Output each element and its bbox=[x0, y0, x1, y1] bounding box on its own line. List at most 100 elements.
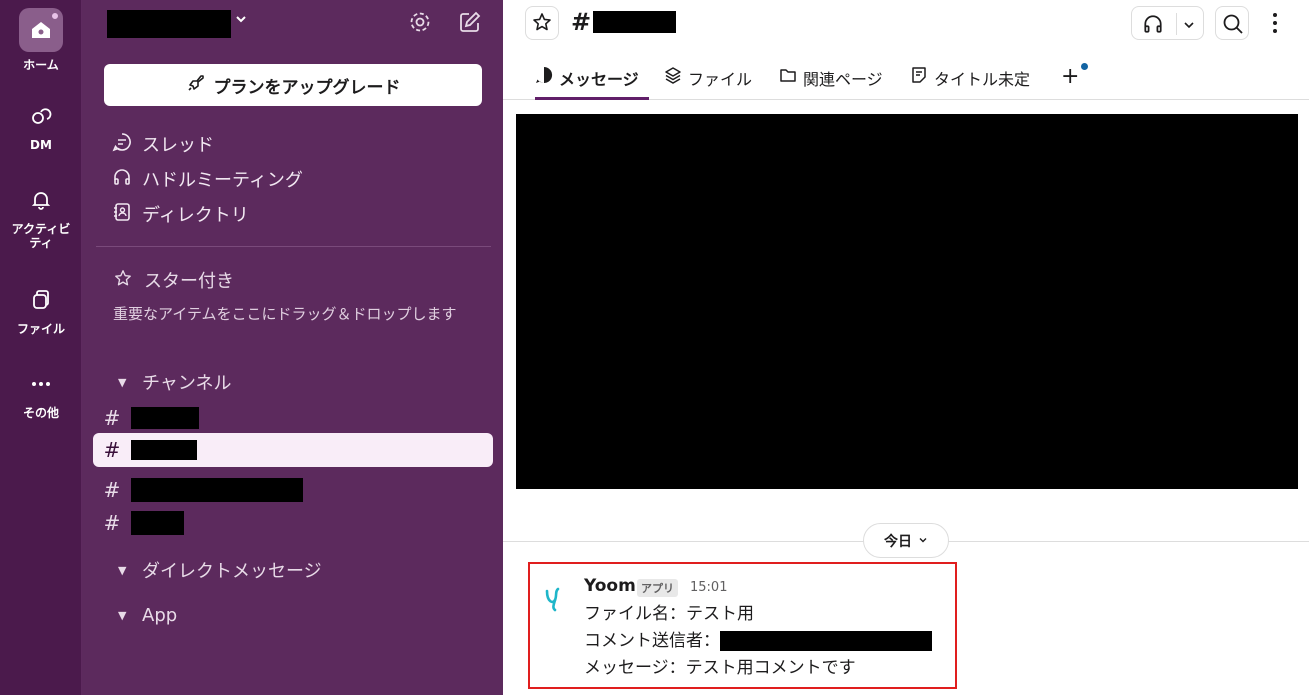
yoom-logo-icon[interactable] bbox=[540, 582, 566, 612]
tab-label: タイトル未定 bbox=[934, 70, 1031, 89]
compose-icon[interactable] bbox=[458, 10, 484, 36]
channel-title-hash: # bbox=[571, 8, 592, 36]
channels-title: チャンネル bbox=[142, 373, 232, 394]
channel-name-redacted bbox=[131, 511, 184, 535]
caret-down-icon: ▼ bbox=[118, 609, 127, 622]
tab-untitled-canvas[interactable]: タイトル未定 bbox=[910, 66, 1030, 100]
app-badge: アプリ bbox=[637, 579, 678, 597]
message-timestamp[interactable]: 15:01 bbox=[690, 580, 727, 595]
more-vertical-icon[interactable] bbox=[1267, 10, 1283, 36]
channel-main: # メッセージ ファイル 関連ページ タイトル未定 + 今日 Yoom アプリ … bbox=[503, 0, 1309, 695]
nav-label: ディレクトリ bbox=[142, 205, 249, 226]
channel-tabs: メッセージ ファイル 関連ページ タイトル未定 + bbox=[503, 54, 1309, 100]
tab-messages[interactable]: メッセージ bbox=[535, 66, 649, 100]
hash-icon: # bbox=[103, 438, 121, 462]
channel-sidebar: プランをアップグレード スレッド ハドルミーティング ディレクトリ スター付き … bbox=[82, 0, 503, 695]
channels-section-header[interactable]: ▼ チャンネル bbox=[118, 369, 231, 395]
home-icon bbox=[19, 8, 63, 52]
rail-home[interactable]: ホーム bbox=[0, 8, 82, 72]
channel-name-redacted bbox=[131, 440, 197, 460]
message-line: コメント送信者： bbox=[584, 628, 932, 654]
star-icon bbox=[526, 13, 558, 43]
starred-title: スター付き bbox=[144, 271, 234, 292]
search-icon bbox=[1222, 13, 1244, 39]
nav-label: ハドルミーティング bbox=[142, 170, 303, 191]
sidebar-channel-active[interactable]: # bbox=[93, 433, 493, 467]
starred-section-header[interactable]: スター付き bbox=[114, 267, 234, 293]
huddle-separator bbox=[1176, 13, 1177, 35]
threads-icon bbox=[112, 132, 132, 157]
files-icon bbox=[19, 278, 63, 322]
nav-threads[interactable]: スレッド bbox=[112, 131, 214, 157]
sidebar-channel[interactable]: # bbox=[93, 401, 493, 435]
tab-label: メッセージ bbox=[559, 70, 639, 89]
day-divider-label: 今日 bbox=[884, 533, 912, 550]
rail-label: アクティビティ bbox=[11, 222, 71, 250]
sidebar-channel[interactable]: # bbox=[93, 506, 493, 540]
rocket-icon bbox=[186, 73, 206, 98]
message-line: ファイル名：テスト用 bbox=[584, 604, 754, 624]
new-indicator-dot bbox=[1081, 63, 1088, 70]
workspace-rail: ホーム DM アクティビティ ファイル その他 bbox=[0, 0, 82, 695]
bell-icon bbox=[19, 178, 63, 222]
huddle-button[interactable] bbox=[1131, 6, 1204, 40]
upgrade-plan-label: プランをアップグレード bbox=[213, 77, 401, 98]
chevron-down-icon[interactable] bbox=[1182, 17, 1196, 36]
caret-down-icon: ▼ bbox=[118, 375, 127, 389]
hash-icon: # bbox=[103, 511, 121, 535]
caret-down-icon: ▼ bbox=[118, 563, 127, 577]
rail-more[interactable]: その他 bbox=[0, 362, 82, 420]
chevron-down-icon[interactable] bbox=[234, 12, 248, 30]
tab-related-pages[interactable]: 関連ページ bbox=[779, 66, 883, 100]
dm-icon bbox=[19, 94, 63, 138]
commenter-name-redacted bbox=[720, 631, 932, 651]
rail-label: ホーム bbox=[23, 58, 59, 72]
dm-section-header[interactable]: ▼ ダイレクトメッセージ bbox=[118, 557, 322, 583]
message-author[interactable]: Yoom bbox=[584, 576, 636, 596]
message-line-label: コメント送信者： bbox=[584, 631, 720, 651]
day-divider-pill[interactable]: 今日 bbox=[863, 523, 949, 558]
starred-hint: 重要なアイテムをここにドラッグ＆ドロップします bbox=[113, 305, 457, 323]
chevron-down-icon bbox=[918, 533, 928, 549]
layers-icon bbox=[664, 66, 682, 88]
dm-title: ダイレクトメッセージ bbox=[142, 561, 322, 582]
directory-icon bbox=[112, 202, 132, 227]
channel-name-redacted bbox=[131, 407, 199, 429]
channel-title-redacted bbox=[593, 11, 677, 33]
app-title: App bbox=[142, 605, 178, 626]
star-channel-button[interactable] bbox=[525, 6, 559, 40]
rail-label: ファイル bbox=[16, 322, 65, 336]
headphones-icon bbox=[112, 167, 132, 192]
more-icon bbox=[19, 362, 63, 406]
rail-activity[interactable]: アクティビティ bbox=[0, 178, 82, 250]
canvas-icon bbox=[910, 66, 928, 88]
workspace-name-redacted[interactable] bbox=[107, 10, 231, 38]
folder-icon bbox=[779, 66, 797, 88]
search-button[interactable] bbox=[1215, 6, 1249, 40]
sidebar-divider bbox=[96, 246, 491, 247]
star-icon bbox=[114, 269, 132, 292]
headphones-icon bbox=[1142, 13, 1164, 39]
rail-dm[interactable]: DM bbox=[0, 94, 82, 152]
highlighted-message[interactable]: Yoom アプリ 15:01 ファイル名：テスト用 コメント送信者： メッセージ… bbox=[528, 562, 957, 689]
channel-name-redacted bbox=[131, 478, 303, 502]
add-tab-button[interactable]: + bbox=[1061, 64, 1079, 89]
tab-label: 関連ページ bbox=[803, 70, 883, 89]
hash-icon: # bbox=[103, 406, 121, 430]
message-icon bbox=[535, 66, 553, 88]
upgrade-plan-button[interactable]: プランをアップグレード bbox=[104, 64, 482, 106]
tab-label: ファイル bbox=[688, 70, 753, 89]
notification-dot bbox=[51, 12, 59, 20]
rail-label: DM bbox=[30, 138, 52, 152]
rail-files[interactable]: ファイル bbox=[0, 278, 82, 336]
gear-icon[interactable] bbox=[408, 10, 434, 36]
channel-title[interactable]: # bbox=[571, 8, 677, 36]
sidebar-channel[interactable]: # bbox=[93, 473, 493, 507]
app-section-header[interactable]: ▼ App bbox=[118, 605, 177, 626]
nav-directory[interactable]: ディレクトリ bbox=[112, 201, 249, 227]
hash-icon: # bbox=[103, 478, 121, 502]
nav-huddles[interactable]: ハドルミーティング bbox=[112, 166, 303, 192]
tab-files[interactable]: ファイル bbox=[664, 66, 752, 100]
rail-label: その他 bbox=[22, 406, 59, 420]
nav-label: スレッド bbox=[142, 135, 214, 156]
